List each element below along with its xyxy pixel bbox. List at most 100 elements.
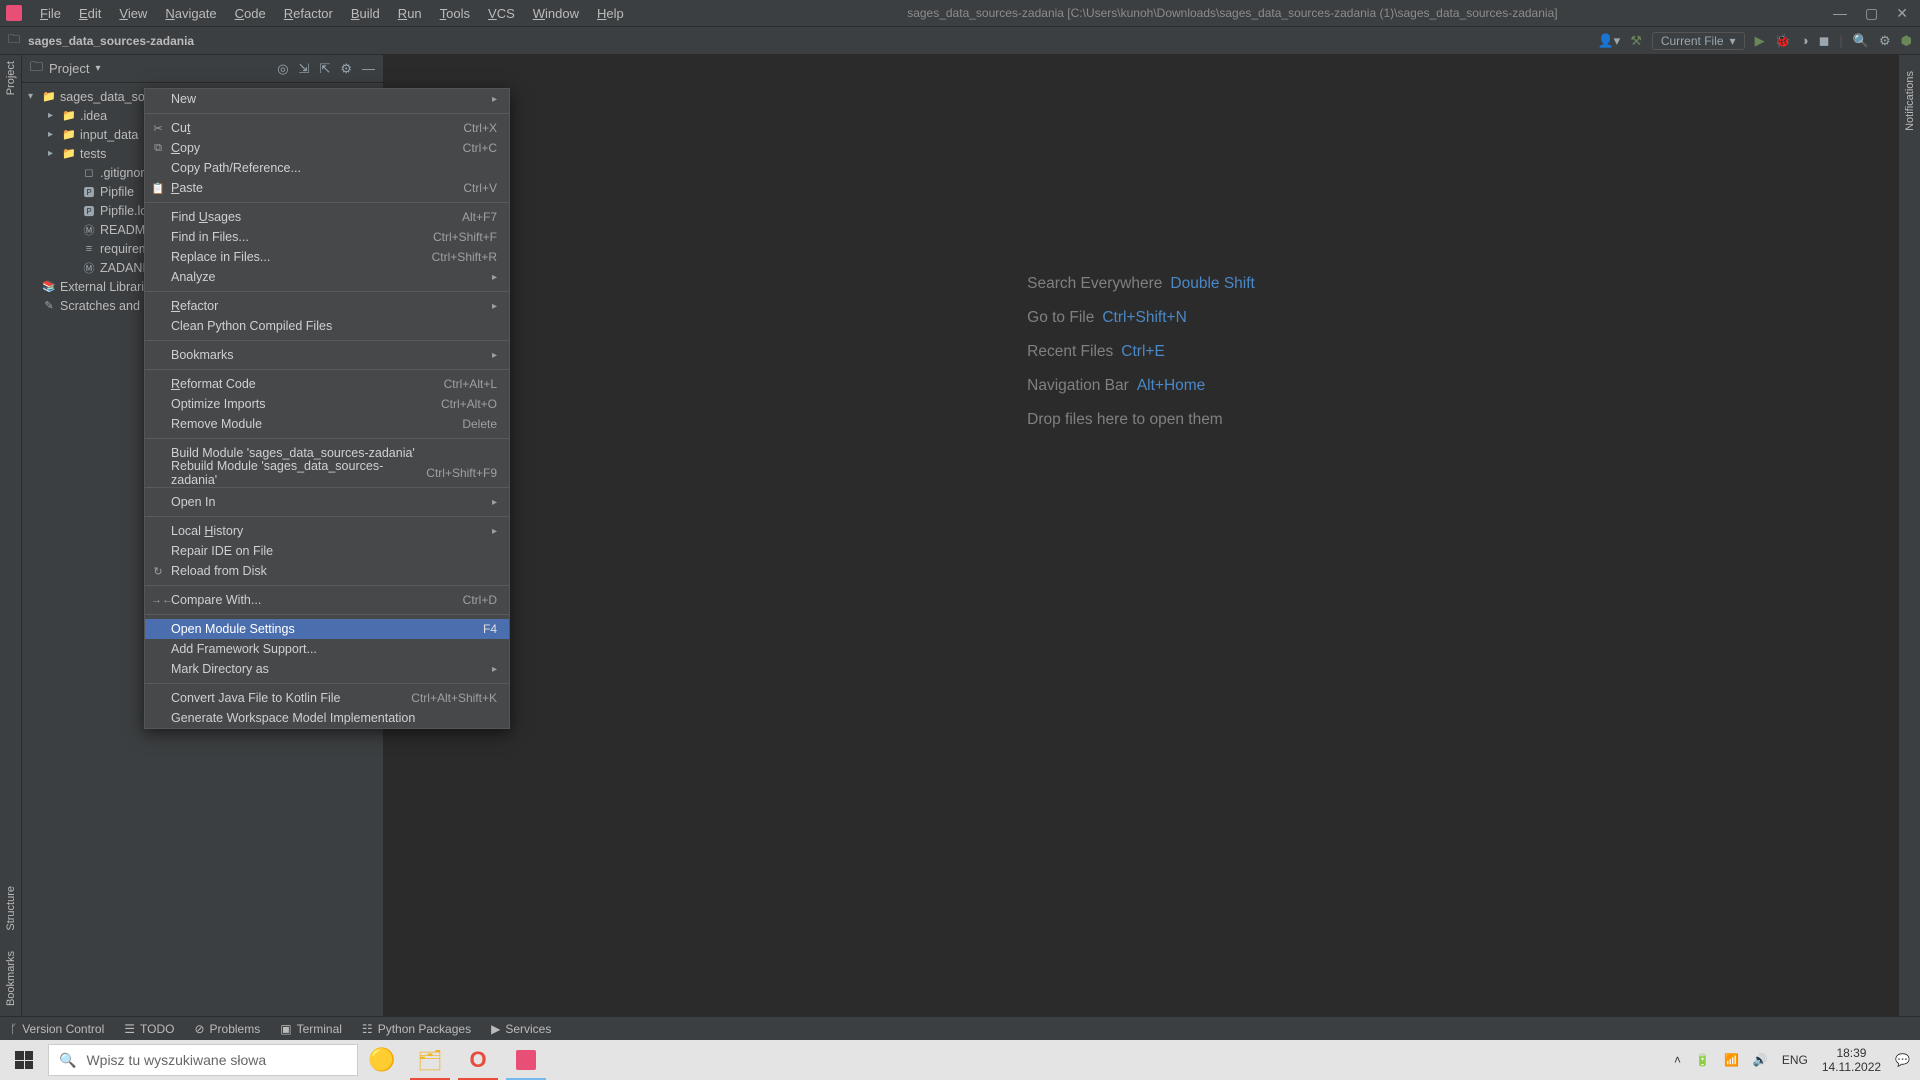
target-icon[interactable]: ◎ (277, 61, 288, 77)
bottom-todo[interactable]: ☰TODO (124, 1022, 174, 1036)
maximize-icon[interactable]: ▢ (1865, 5, 1878, 22)
taskbar-cortana[interactable]: 🟡 (358, 1040, 406, 1080)
right-tool-stripe: Notifications (1898, 55, 1920, 1016)
bottom-python-packages[interactable]: ☷Python Packages (362, 1022, 471, 1036)
clock-date: 14.11.2022 (1822, 1060, 1881, 1074)
ctx-open-module-settings[interactable]: Open Module SettingsF4 (145, 619, 509, 639)
wifi-icon[interactable]: 📶 (1724, 1053, 1739, 1067)
gear-icon[interactable]: ⚙ (340, 61, 352, 77)
debug-icon[interactable]: 🐞 (1775, 33, 1791, 49)
ctx-replace-in-files[interactable]: Replace in Files...Ctrl+Shift+R (145, 247, 509, 267)
taskbar-intellij[interactable] (502, 1040, 550, 1080)
ctx-clean-python-compiled-files[interactable]: Clean Python Compiled Files (145, 316, 509, 336)
ctx-cut[interactable]: ✂CutCtrl+X (145, 118, 509, 138)
windows-search[interactable]: 🔍 Wpisz tu wyszukiwane słowa (48, 1044, 358, 1076)
menu-edit[interactable]: Edit (71, 4, 109, 23)
menu-tools[interactable]: Tools (432, 4, 478, 23)
menu-view[interactable]: View (111, 4, 155, 23)
navigation-bar: 🗀 sages_data_sources-zadania 👤▾ ⚒ Curren… (0, 27, 1920, 55)
ctx-local-history[interactable]: Local History▸ (145, 521, 509, 541)
action-center-icon[interactable]: 💬 (1895, 1053, 1910, 1067)
build-icon[interactable]: ⚒ (1630, 33, 1642, 49)
chevron-down-icon[interactable]: ▾ (95, 63, 100, 74)
menu-window[interactable]: Window (525, 4, 587, 23)
editor-area[interactable]: Search EverywhereDouble Shift Go to FileC… (384, 55, 1898, 1016)
welcome-hint: Go to FileCtrl+Shift+N (1027, 309, 1255, 327)
bottom-tool-stripe: ᚴVersion Control ☰TODO ⊘Problems ▣Terminal ☷… (0, 1016, 1920, 1040)
tray-chevron-icon[interactable]: ˄ (1674, 1053, 1681, 1067)
ctx-generate-workspace-model-implementation[interactable]: Generate Workspace Model Implementation (145, 708, 509, 728)
bottom-problems[interactable]: ⊘Problems (194, 1022, 260, 1036)
menu-build[interactable]: Build (343, 4, 388, 23)
search-icon[interactable]: 🔍 (1853, 33, 1869, 49)
stop-icon[interactable]: ◼ (1819, 33, 1830, 49)
bottom-terminal[interactable]: ▣Terminal (280, 1022, 342, 1036)
ctx-remove-module[interactable]: Remove ModuleDelete (145, 414, 509, 434)
ctx-find-in-files[interactable]: Find in Files...Ctrl+Shift+F (145, 227, 509, 247)
bottom-services[interactable]: ▶Services (491, 1022, 551, 1036)
collapse-icon[interactable]: ⇱ (319, 61, 330, 77)
bottom-version-control[interactable]: ᚴVersion Control (10, 1022, 104, 1036)
ctx-repair-ide-on-file[interactable]: Repair IDE on File (145, 541, 509, 561)
welcome-hint: Search EverywhereDouble Shift (1027, 275, 1255, 293)
left-tool-stripe: Project Structure Bookmarks (0, 55, 22, 1016)
ctx-add-framework-support[interactable]: Add Framework Support... (145, 639, 509, 659)
ctx-compare-with[interactable]: →←Compare With...Ctrl+D (145, 590, 509, 610)
menu-navigate[interactable]: Navigate (157, 4, 224, 23)
project-view-title[interactable]: Project (49, 61, 89, 76)
ctx-paste[interactable]: 📋PasteCtrl+V (145, 178, 509, 198)
ctx-copy-path-reference[interactable]: Copy Path/Reference... (145, 158, 509, 178)
breadcrumb[interactable]: 🗀 sages_data_sources-zadania (8, 30, 194, 51)
close-icon[interactable]: ✕ (1896, 5, 1908, 22)
start-button[interactable] (0, 1040, 48, 1080)
coverage-icon[interactable]: ◑ (1801, 33, 1809, 48)
taskbar-opera[interactable]: O (454, 1040, 502, 1080)
gear-icon[interactable]: ⬢ (1901, 33, 1912, 49)
bookmarks-tool-button[interactable]: Bookmarks (5, 951, 17, 1006)
minimize-icon[interactable]: — (1833, 5, 1847, 22)
menu-file[interactable]: File (32, 4, 69, 23)
run-icon[interactable]: ▶ (1755, 33, 1765, 49)
ctx-convert-java-file-to-kotlin-file[interactable]: Convert Java File to Kotlin FileCtrl+Alt… (145, 688, 509, 708)
ctx-mark-directory-as[interactable]: Mark Directory as▸ (145, 659, 509, 679)
clock[interactable]: 18:39 14.11.2022 (1822, 1046, 1881, 1075)
menubar: FileEditViewNavigateCodeRefactorBuildRun… (32, 4, 632, 23)
clock-time: 18:39 (1822, 1046, 1881, 1060)
menu-code[interactable]: Code (227, 4, 274, 23)
run-config-label: Current File (1661, 34, 1724, 48)
project-tool-button[interactable]: Project (5, 61, 17, 95)
welcome-hint: Drop files here to open them (1027, 411, 1255, 429)
ctx-reformat-code[interactable]: Reformat CodeCtrl+Alt+L (145, 374, 509, 394)
menu-run[interactable]: Run (390, 4, 430, 23)
context-menu: New▸ ✂CutCtrl+X⧉CopyCtrl+CCopy Path/Refer… (144, 88, 510, 729)
ctx-refactor[interactable]: Refactor▸ (145, 296, 509, 316)
language-indicator[interactable]: ENG (1782, 1053, 1808, 1067)
ctx-copy[interactable]: ⧉CopyCtrl+C (145, 138, 509, 158)
titlebar: FileEditViewNavigateCodeRefactorBuildRun… (0, 0, 1920, 27)
menu-help[interactable]: Help (589, 4, 632, 23)
project-view-icon: 🗀 (30, 58, 43, 80)
ctx-bookmarks[interactable]: Bookmarks▸ (145, 345, 509, 365)
notifications-tool-button[interactable]: Notifications (1904, 71, 1916, 131)
ctx-analyze[interactable]: Analyze▸ (145, 267, 509, 287)
user-icon[interactable]: 👤▾ (1597, 33, 1620, 49)
system-tray: ˄ 🔋 📶 🔊 ENG 18:39 14.11.2022 💬 (1674, 1046, 1920, 1075)
hide-icon[interactable]: — (362, 61, 375, 77)
app-icon (6, 5, 22, 21)
ctx-reload-from-disk[interactable]: ↻Reload from Disk (145, 561, 509, 581)
settings-icon[interactable]: ⚙ (1879, 33, 1891, 49)
structure-tool-button[interactable]: Structure (5, 886, 17, 931)
volume-icon[interactable]: 🔊 (1753, 1053, 1768, 1067)
ctx-optimize-imports[interactable]: Optimize ImportsCtrl+Alt+O (145, 394, 509, 414)
run-config-selector[interactable]: Current File ▾ (1652, 32, 1745, 50)
ctx-new[interactable]: New▸ (145, 89, 509, 109)
menu-refactor[interactable]: Refactor (276, 4, 341, 23)
ctx-rebuild-module-sages-data-sources-zadania[interactable]: Rebuild Module 'sages_data_sources-zadan… (145, 463, 509, 483)
menu-vcs[interactable]: VCS (480, 4, 523, 23)
expand-icon[interactable]: ⇲ (299, 61, 310, 77)
ctx-find-usages[interactable]: Find UsagesAlt+F7 (145, 207, 509, 227)
taskbar-explorer[interactable]: 🗂 (406, 1040, 454, 1080)
windows-taskbar: 🔍 Wpisz tu wyszukiwane słowa 🟡 🗂 O ˄ 🔋 📶… (0, 1040, 1920, 1080)
ctx-open-in[interactable]: Open In▸ (145, 492, 509, 512)
battery-icon[interactable]: 🔋 (1695, 1053, 1710, 1067)
